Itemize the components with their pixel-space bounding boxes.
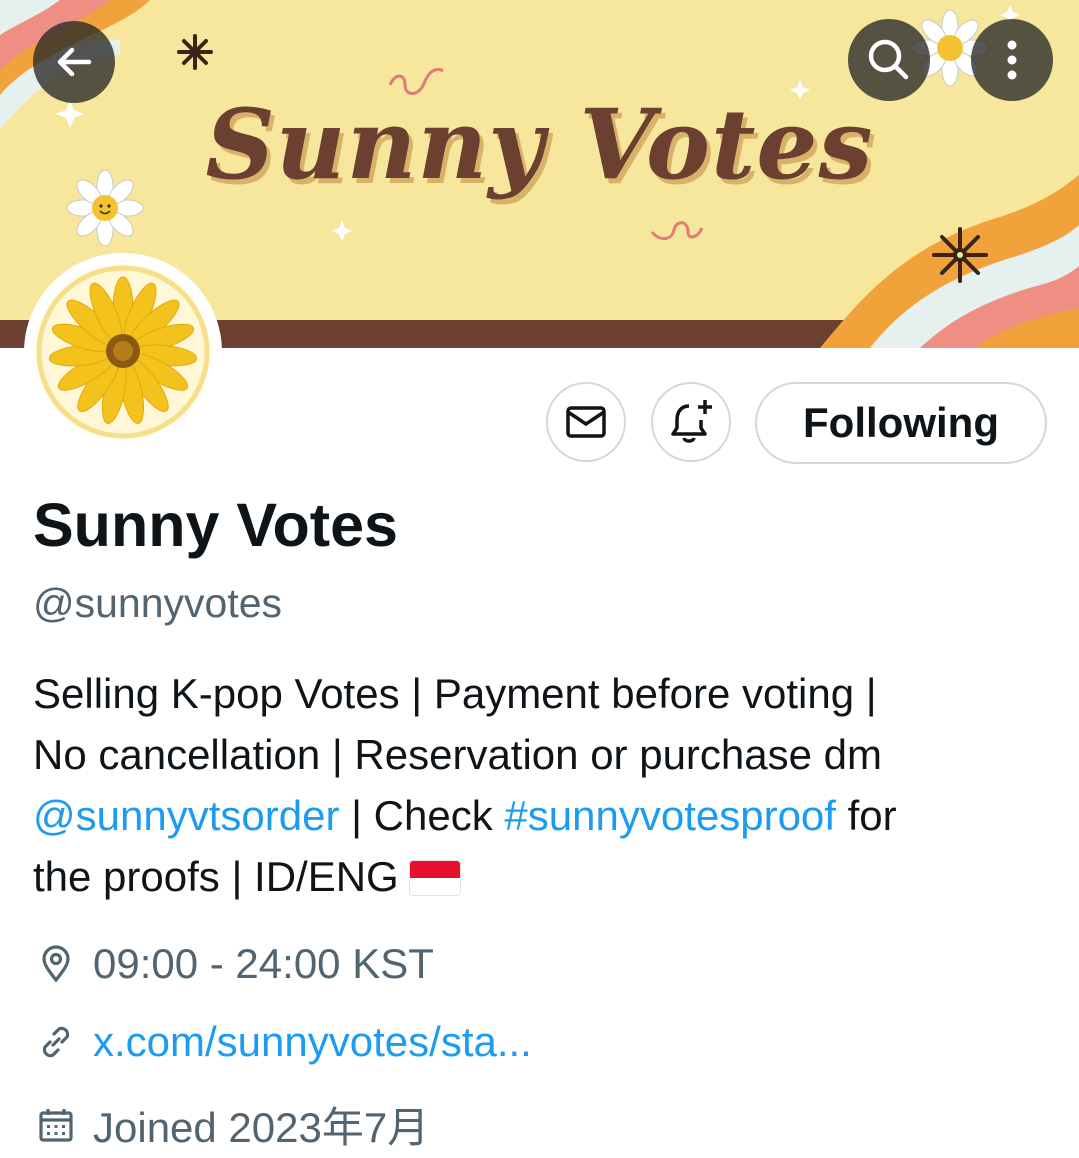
message-button[interactable] (546, 382, 626, 462)
bio-line: Selling K-pop Votes | Payment before vot… (33, 670, 877, 717)
banner-title: Sunny Votes (205, 88, 874, 201)
following-button[interactable]: Following (755, 382, 1047, 464)
more-button[interactable] (971, 19, 1053, 101)
link-icon (33, 1019, 79, 1065)
location-row: 09:00 - 24:00 KST (33, 940, 434, 988)
bio-text: | Check (339, 792, 505, 839)
joined-row: Joined 2023年7月 (33, 1094, 429, 1155)
location-pin-icon (33, 941, 79, 987)
search-icon (868, 39, 909, 80)
website-link[interactable]: x.com/sunnyvotes/sta... (93, 1018, 532, 1066)
location-text: 09:00 - 24:00 KST (93, 940, 434, 987)
envelope-icon (566, 406, 606, 438)
bio-text: for (835, 792, 897, 839)
joined-text: Joined 2023年7月 (93, 1104, 430, 1151)
calendar-icon (33, 1102, 79, 1148)
sunflower-icon (36, 265, 210, 439)
more-vertical-icon (1007, 40, 1017, 80)
avatar-image (34, 263, 212, 441)
bell-plus-icon (671, 400, 712, 443)
back-button[interactable] (33, 21, 115, 103)
bio-text: the proofs | ID/ENG (33, 853, 411, 900)
bio-mention-link[interactable]: @sunnyvtsorder (33, 792, 339, 839)
indonesia-flag-icon (410, 861, 461, 895)
search-button[interactable] (848, 19, 930, 101)
user-handle: @sunnyvotes (33, 580, 283, 626)
bio-hashtag-link[interactable]: #sunnyvotesproof (504, 792, 836, 839)
avatar[interactable] (24, 253, 222, 451)
bio-line: the proofs | ID/ENG (33, 846, 1053, 907)
display-name: Sunny Votes (33, 491, 398, 559)
bio-line: @sunnyvtsorder | Check #sunnyvotesproof … (33, 785, 1053, 846)
bio-line: No cancellation | Reservation or purchas… (33, 731, 883, 778)
website-row: x.com/sunnyvotes/sta... (33, 1018, 532, 1066)
notifications-button[interactable] (651, 382, 731, 462)
bio: Selling K-pop Votes | Payment before vot… (33, 663, 1053, 907)
arrow-left-icon (57, 47, 92, 77)
